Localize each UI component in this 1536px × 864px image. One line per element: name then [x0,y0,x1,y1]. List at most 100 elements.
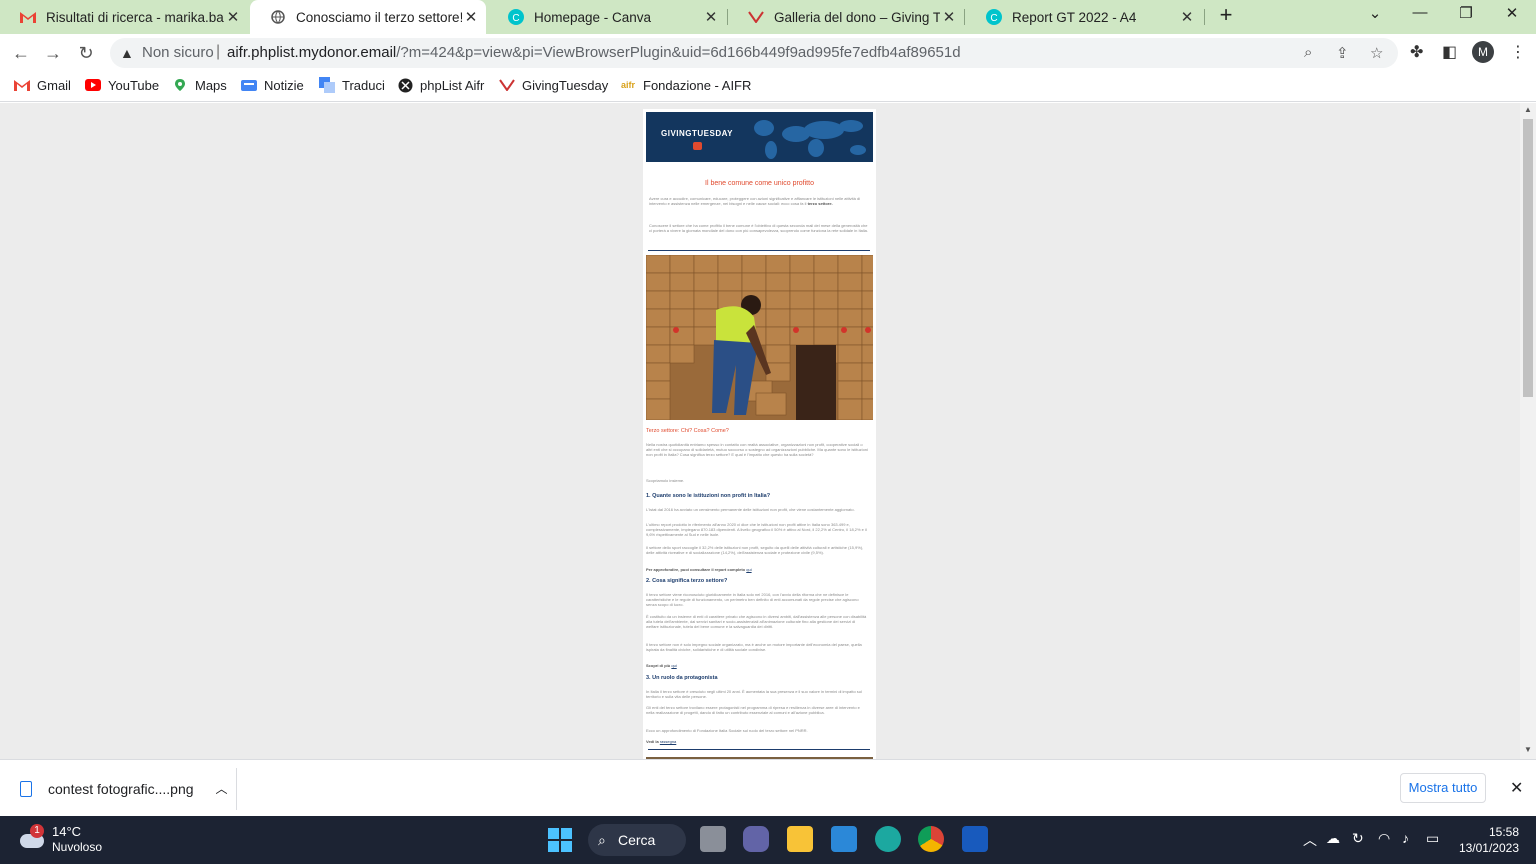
tab-terzo-settore[interactable]: Conosciamo il terzo settore! ✕ [250,0,486,34]
tab-title: Risultati di ricerca - marika.bastia [46,9,224,25]
body-paragraph: In Italia il terzo settore è cresciuto n… [646,689,862,699]
rassegna-link[interactable]: rassegna [660,739,676,744]
file-explorer-icon[interactable] [787,826,813,852]
tab-report-gt[interactable]: C Report GT 2022 - A4 ✕ [966,0,1202,34]
weather-condition: Nuvoloso [52,840,103,854]
wifi-icon[interactable]: ◠ [1378,830,1390,847]
minimize-button[interactable]: — [1400,4,1440,28]
extensions-icon[interactable]: ✤ [1410,42,1423,62]
scrollbar-thumb[interactable] [1523,119,1533,397]
address-bar[interactable]: ▲ Non sicuro | aifr.phplist.mydonor.emai… [110,38,1398,68]
body-paragraph: Vedi la rassegna [646,739,677,744]
temperature: 14°C [52,824,82,839]
bookmark-gmail[interactable]: Gmail [14,77,71,93]
scrollbar[interactable]: ▲ ▼ [1520,103,1536,759]
share-icon[interactable]: ⇪ [1336,44,1349,62]
zoom-icon[interactable]: ⌕ [1304,44,1312,61]
report-link[interactable]: qui [746,567,751,572]
url-text[interactable]: aifr.phplist.mydonor.email/?m=424&p=view… [227,44,961,61]
tab-galleria[interactable]: Galleria del dono – Giving Tuesda ✕ [728,0,964,34]
chrome-icon[interactable] [918,826,944,852]
bookmark-label: Notizie [264,77,304,93]
windows-start-icon[interactable] [548,828,572,852]
bookmark-maps[interactable]: Maps [172,77,227,93]
avatar[interactable]: M [1472,41,1494,63]
close-icon[interactable]: ✕ [1510,778,1523,798]
youtube-icon [85,77,101,93]
close-icon[interactable]: ✕ [224,8,242,26]
email-header-banner: GIVINGTUESDAY [646,112,873,162]
tab-canva-home[interactable]: C Homepage - Canva ✕ [488,0,726,34]
forward-button[interactable]: → [42,42,64,64]
scroll-down-arrow[interactable]: ▼ [1524,745,1532,754]
edge-icon[interactable] [875,826,901,852]
bookmark-givingtuesday[interactable]: GivingTuesday [499,77,608,93]
store-icon[interactable] [831,826,857,852]
clock[interactable]: 15:58 13/01/2023 [1455,824,1519,856]
word-icon[interactable] [962,826,988,852]
page-viewport[interactable]: GIVINGTUESDAY Il bene comune come unico … [0,103,1520,759]
bookmark-label: GivingTuesday [522,77,609,93]
body-paragraph: Ecco un approfondimento di Fondazione It… [646,728,808,733]
bookmark-label: phpList Aifr [420,77,485,93]
security-status[interactable]: Non sicuro [142,44,214,61]
body-paragraph: Il settore dello sport raccoglie il 32,2… [646,545,864,555]
svg-text:C: C [990,13,997,24]
window-close-button[interactable]: ✕ [1492,4,1532,28]
tab-divider [964,9,965,25]
onedrive-icon[interactable]: ☁ [1326,830,1340,847]
sync-icon[interactable]: ↻ [1352,830,1364,847]
reload-button[interactable]: ↻ [75,42,97,64]
close-icon[interactable]: ✕ [1178,8,1196,26]
back-button[interactable]: ← [10,42,32,64]
body-paragraph: Nella nostra quotidianità entriamo spess… [646,442,868,457]
givingtuesday-logo: GIVINGTUESDAY [661,129,733,138]
battery-icon[interactable]: ▭ [1426,830,1439,847]
body-paragraph: Scopri di più qui [646,663,677,668]
body-paragraph: Per approfondire, puoi consultare il rep… [646,567,752,572]
task-view-icon[interactable] [700,826,726,852]
side-panel-icon[interactable]: ◧ [1442,42,1457,62]
download-filename: contest fotografic....png [48,780,194,797]
teams-icon[interactable] [743,826,769,852]
close-icon[interactable]: ✕ [702,8,720,26]
download-item[interactable]: contest fotografic....png ︿ [20,780,228,797]
tab-search-button[interactable]: ⌄ [1355,4,1395,28]
bookmark-label: Traduci [342,77,385,93]
tab-gmail[interactable]: Risultati di ricerca - marika.bastia ✕ [0,0,248,34]
canva-icon: C [508,9,524,25]
bookmark-traduci[interactable]: Traduci [319,77,385,93]
bookmark-star-icon[interactable]: ☆ [1370,44,1383,62]
phplist-icon [397,77,413,93]
givingtuesday-icon [748,9,764,25]
bookmark-phplist[interactable]: phpList Aifr [397,77,484,93]
intro-paragraph: Avere cura e accudire, comunicare, educa… [649,196,861,206]
body-paragraph: È costituito da un insieme di enti di ca… [646,614,867,629]
body-paragraph: L'Istat dal 2016 ha avviato un censiment… [646,507,855,512]
chevron-up-icon[interactable]: ︿ [216,780,228,797]
menu-icon[interactable]: ⋮ [1510,42,1526,62]
bookmarks-bar: Gmail YouTube Maps Notizie Traduci phpLi… [0,72,1536,102]
show-all-button[interactable]: Mostra tutto [1400,773,1486,803]
chevron-up-icon[interactable]: ︿ [1303,830,1317,850]
bookmark-youtube[interactable]: YouTube [85,77,159,93]
close-icon[interactable]: ✕ [462,8,480,26]
learn-more-link[interactable]: qui [671,663,676,668]
volume-icon[interactable]: ♪ [1402,830,1409,846]
subsection-heading: 3. Un ruolo da protagonista [646,675,718,681]
close-icon[interactable]: ✕ [940,8,958,26]
warning-icon[interactable]: ▲ [120,45,134,61]
email-title: Il bene comune come unico profitto [705,180,814,187]
tab-title: Homepage - Canva [534,9,652,25]
body-paragraph: Scopriamolo insieme. [646,478,685,483]
body-paragraph: L'ultimo report prodotto in riferimento … [646,522,867,537]
bookmark-fondazione[interactable]: aifr Fondazione - AIFR [620,77,751,93]
maximize-button[interactable]: ❐ [1446,4,1486,28]
bookmark-label: YouTube [108,77,160,93]
taskbar-search[interactable]: ⌕ Cerca [588,824,686,856]
heart-icon [693,142,702,150]
new-tab-button[interactable]: + [1214,4,1238,28]
scroll-up-arrow[interactable]: ▲ [1524,105,1532,114]
file-icon [20,780,32,797]
bookmark-notizie[interactable]: Notizie [241,77,304,93]
